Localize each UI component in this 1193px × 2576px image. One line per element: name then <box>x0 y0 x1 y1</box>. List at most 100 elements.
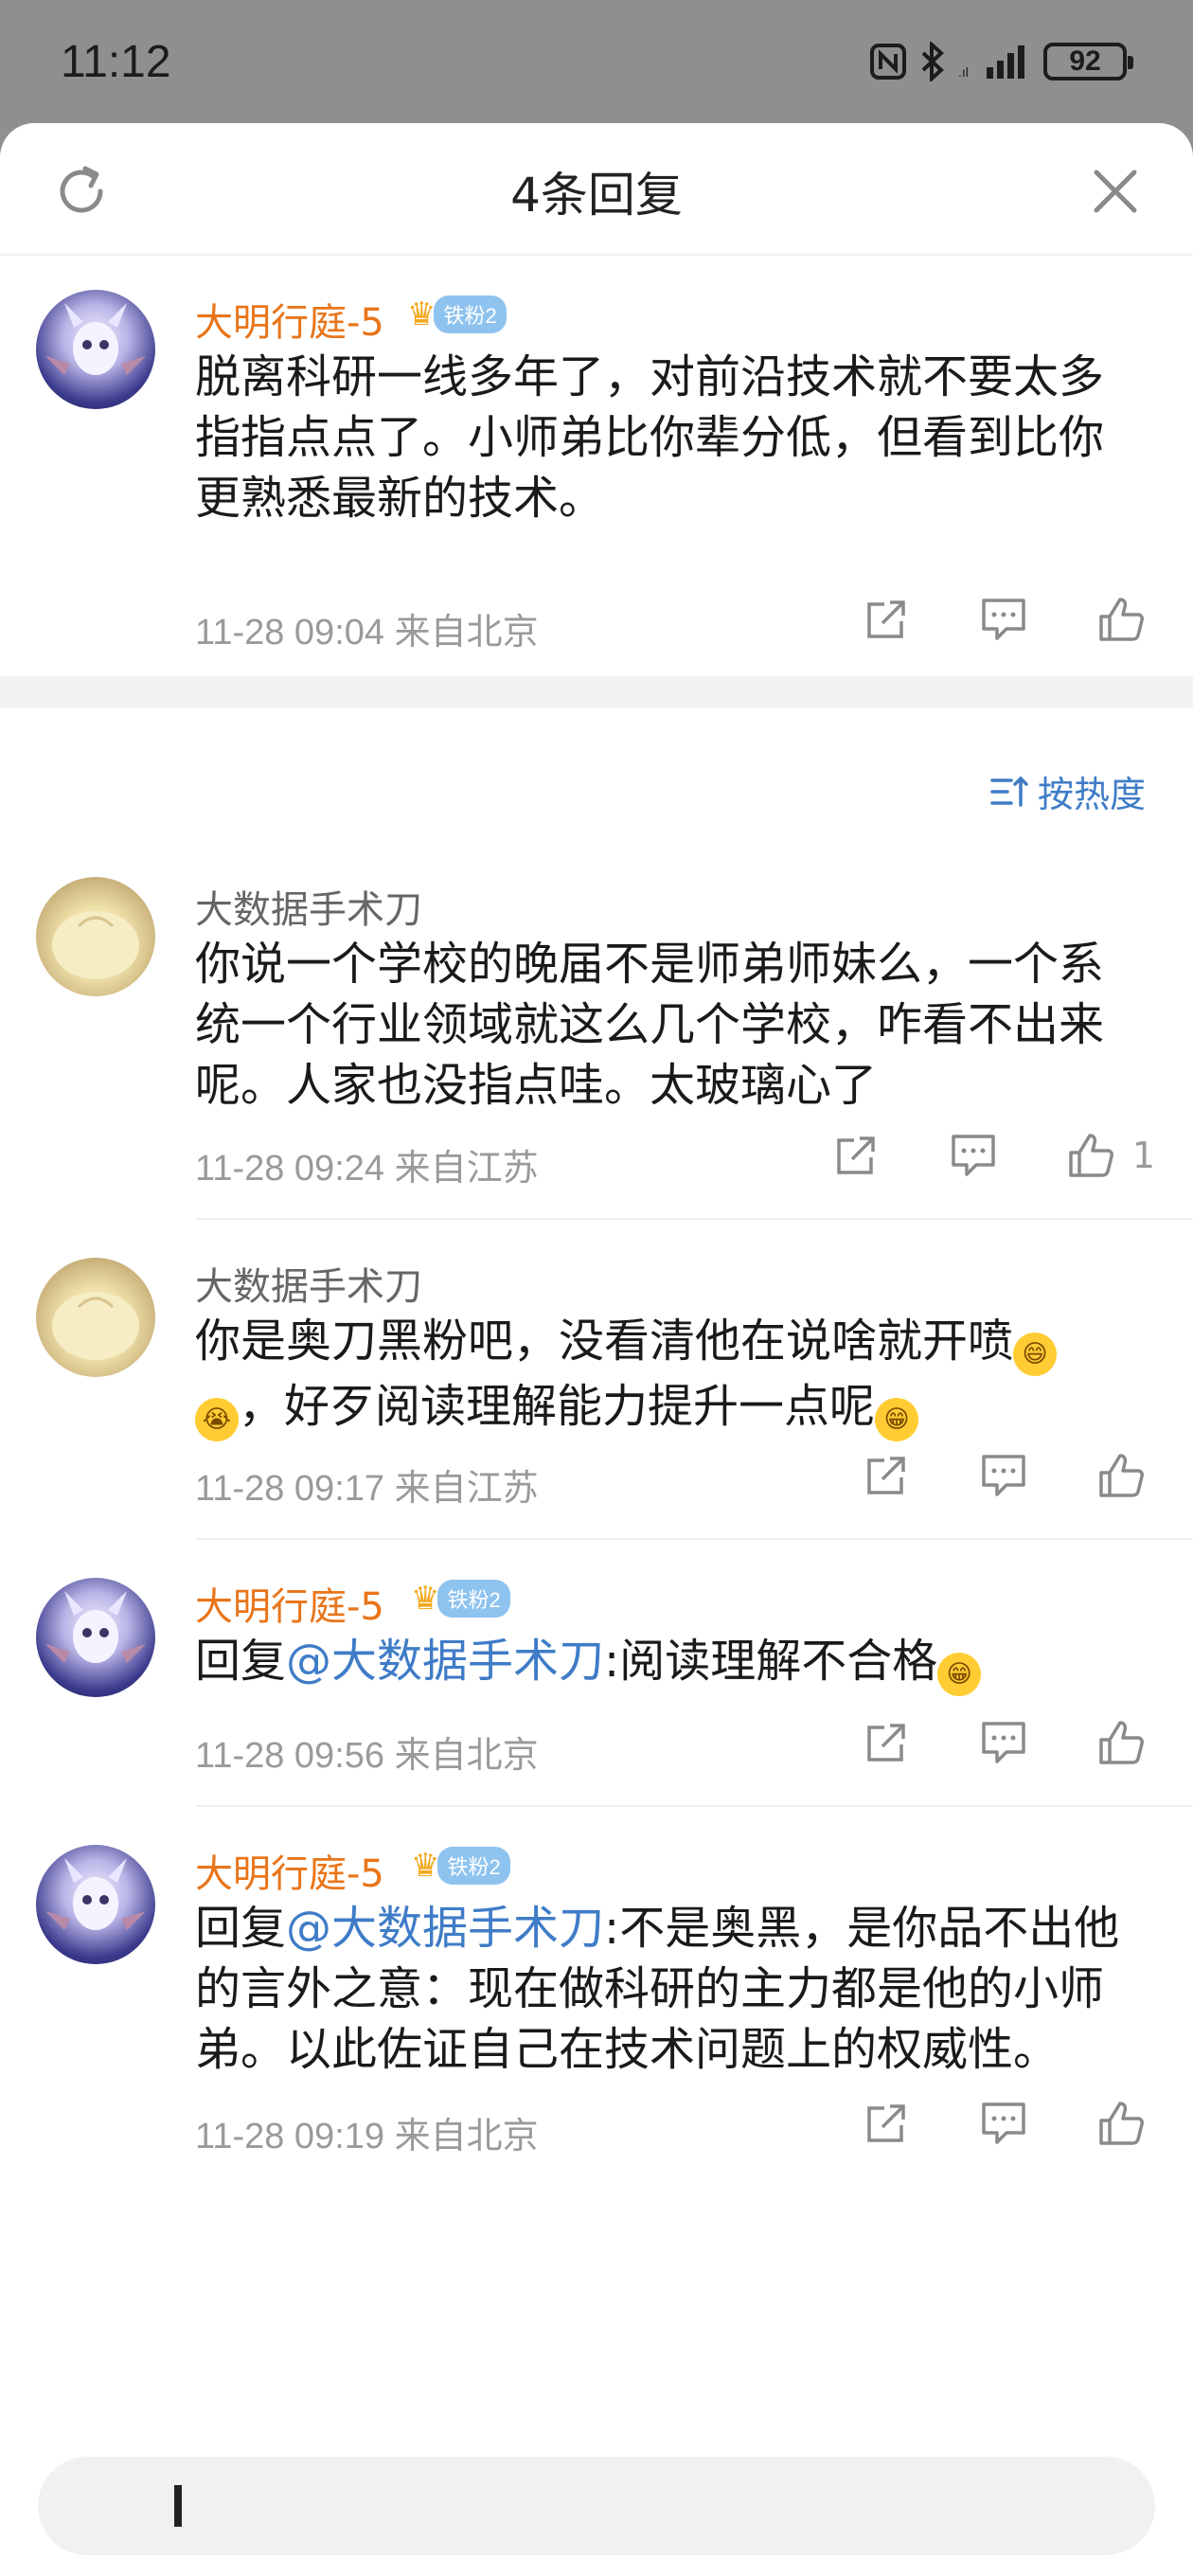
comment-location: 来自北京 <box>394 1736 539 1776</box>
fan-badge[interactable]: ♛ 铁粉2 <box>411 1847 510 1885</box>
comment-text-part: 你是奥刀黑粉吧，没看清他在说啥就开喷 <box>195 1315 1014 1368</box>
like-button[interactable] <box>1095 1449 1148 1502</box>
section-separator <box>0 676 1193 708</box>
username[interactable]: 大数据手术刀 <box>195 879 422 934</box>
avatar[interactable] <box>36 290 155 409</box>
grinning-emoji-icon: 😁 <box>937 1653 982 1696</box>
share-icon <box>837 1136 875 1174</box>
fan-badge-label: 铁粉2 <box>437 1847 510 1885</box>
reply-button[interactable] <box>947 1129 1000 1182</box>
comment-meta: 11-28 09:19 来自北京 <box>195 2106 539 2158</box>
share-button[interactable] <box>860 2097 913 2150</box>
share-icon <box>867 1724 905 1762</box>
dragon-avatar-image <box>45 303 146 375</box>
reply-button[interactable] <box>977 2097 1030 2150</box>
like-button[interactable] <box>1095 593 1148 646</box>
comment-text: 回复@大数据手术刀:不是奥黑，是你品不出他的言外之意：现在做科研的主力都是他的小… <box>195 1898 1136 2080</box>
comment-icon <box>982 2102 1025 2144</box>
share-icon <box>867 600 905 638</box>
avatar[interactable] <box>36 1578 155 1697</box>
fan-badge[interactable]: ♛ 铁粉2 <box>411 1580 510 1618</box>
comment-text: 你说一个学校的晚届不是师弟师妹么，一个系统一个行业领域就这么几个学校，咋看不出来… <box>195 938 1105 1112</box>
replies-sheet: 4条回复 大明行庭-5 ♛ 铁粉2 脱离科研一线多年了，对前沿技术就不要太多指指… <box>0 123 1193 2576</box>
grinning-emoji-icon: 😁 <box>875 1398 919 1441</box>
comment-text: 你是奥刀黑粉吧，没看清他在说啥就开喷 😄 😭 ，好歹阅读理解能力提升一点呢 😁 <box>195 1311 1136 1441</box>
status-time: 11:12 <box>61 37 171 87</box>
comment-text: 回复@大数据手术刀:阅读理解不合格 😁 <box>195 1631 1136 1696</box>
share-button[interactable] <box>860 1449 913 1502</box>
like-count: 1 <box>1131 1135 1155 1176</box>
comment-location: 来自北京 <box>394 2117 539 2156</box>
reply-input[interactable] <box>199 2478 1051 2534</box>
sheet-header: 4条回复 <box>0 123 1193 256</box>
crying-emoji-icon: 😭 <box>195 1398 239 1441</box>
comment-meta: 11-28 09:04 来自北京 <box>195 602 539 654</box>
comment-actions <box>795 1449 1148 1502</box>
share-button[interactable] <box>860 1716 913 1769</box>
thumbs-up-icon <box>1099 598 1144 641</box>
status-bar: 11:12 .ıl 92 <box>0 0 1193 123</box>
comment-text-part: ，好歹阅读理解能力提升一点呢 <box>239 1380 876 1433</box>
share-button[interactable] <box>860 593 913 646</box>
thumbs-up-icon <box>1099 1721 1144 1764</box>
reply-input-bar[interactable] <box>38 2457 1155 2555</box>
text-cursor <box>174 2485 182 2527</box>
comment-icon <box>982 1455 1025 1496</box>
username[interactable]: 大明行庭-5 <box>195 1843 384 1898</box>
username[interactable]: 大明行庭-5 <box>195 292 384 347</box>
crown-icon: ♛ <box>407 295 436 333</box>
divider <box>195 1805 1193 1807</box>
fan-badge-label: 铁粉2 <box>434 295 507 333</box>
close-button[interactable] <box>1089 165 1142 218</box>
mention-link[interactable]: @大数据手术刀 <box>286 1902 604 1955</box>
fan-badge-label: 铁粉2 <box>437 1580 510 1618</box>
bluetooth-icon <box>921 42 944 81</box>
status-icons: .ıl 92 <box>869 42 1133 81</box>
like-button[interactable] <box>1095 2097 1148 2150</box>
reply-button[interactable] <box>977 1449 1030 1502</box>
username[interactable]: 大明行庭-5 <box>195 1576 384 1631</box>
dragon-avatar-image <box>45 1858 146 1930</box>
fan-badge[interactable]: ♛ 铁粉2 <box>407 295 507 333</box>
comment-meta: 11-28 09:56 来自北京 <box>195 1726 539 1778</box>
comment-actions <box>795 2097 1148 2150</box>
share-button[interactable] <box>829 1129 882 1182</box>
comment-time: 11-28 09:56 <box>195 1736 385 1776</box>
comment-location: 来自北京 <box>394 613 539 653</box>
thumbs-up-icon <box>1099 1454 1144 1497</box>
laughing-emoji-icon: 😄 <box>1013 1333 1058 1376</box>
share-icon <box>867 1457 905 1494</box>
like-button[interactable] <box>1064 1129 1117 1182</box>
divider <box>195 1218 1193 1220</box>
crown-icon: ♛ <box>411 1847 440 1885</box>
like-button[interactable] <box>1095 1716 1148 1769</box>
comment-actions: 1 <box>765 1129 1155 1182</box>
sort-icon <box>990 776 1028 807</box>
signal-icon: .ıl <box>958 45 1024 80</box>
comment-time: 11-28 09:17 <box>195 1469 385 1509</box>
thumbs-up-icon <box>1069 1134 1113 1177</box>
sort-label: 按热度 <box>1037 774 1146 815</box>
comment-icon <box>982 1722 1025 1763</box>
comment-text-part: :阅读理解不合格 <box>604 1635 938 1688</box>
sheet-title: 4条回复 <box>510 168 683 223</box>
svg-text:.ıl: .ıl <box>958 64 969 80</box>
sort-button[interactable]: 按热度 <box>990 765 1146 817</box>
username[interactable]: 大数据手术刀 <box>195 1256 422 1311</box>
mention-link[interactable]: @大数据手术刀 <box>286 1635 604 1688</box>
reply-button[interactable] <box>977 1716 1030 1769</box>
comment-icon <box>982 599 1025 640</box>
comment-actions <box>795 593 1148 646</box>
battery-indicator: 92 <box>1043 43 1133 80</box>
reply-prefix: 回复 <box>195 1635 287 1688</box>
share-icon <box>867 2104 905 2142</box>
comment-meta: 11-28 09:17 来自江苏 <box>195 1458 539 1511</box>
comment-time: 11-28 09:19 <box>195 2117 385 2156</box>
avatar[interactable] <box>36 1258 155 1377</box>
main-comment: 大明行庭-5 ♛ 铁粉2 脱离科研一线多年了，对前沿技术就不要太多指指点点了。小… <box>0 256 1193 525</box>
comment-time: 11-28 09:24 <box>195 1149 385 1189</box>
avatar[interactable] <box>36 1845 155 1964</box>
avatar[interactable] <box>36 877 155 996</box>
divider <box>195 1538 1193 1540</box>
reply-button[interactable] <box>977 593 1030 646</box>
